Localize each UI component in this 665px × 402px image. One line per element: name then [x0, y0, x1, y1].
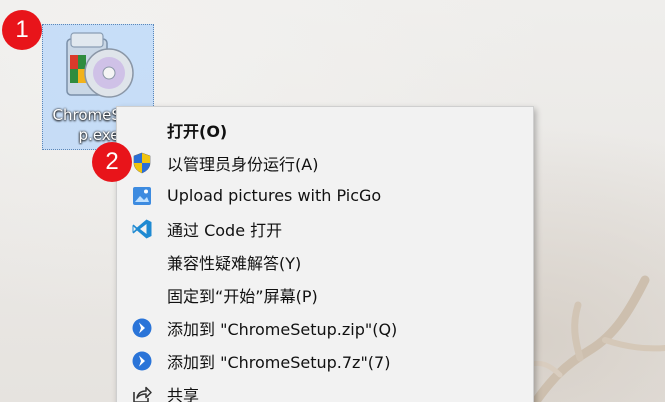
- bandizip-icon: [131, 317, 153, 339]
- menu-item-add-to-zip[interactable]: 添加到 "ChromeSetup.zip"(Q): [117, 311, 533, 344]
- menu-item-open-with-code[interactable]: 通过 Code 打开: [117, 212, 533, 245]
- menu-item-label: 固定到“开始”屏幕(P): [167, 286, 318, 306]
- menu-item-pin-to-start[interactable]: 固定到“开始”屏幕(P): [117, 278, 533, 311]
- menu-item-label: 共享: [167, 385, 200, 402]
- share-icon: [131, 383, 153, 402]
- menu-item-label: 兼容性疑难解答(Y): [167, 253, 302, 273]
- menu-item-label: 添加到 "ChromeSetup.7z"(7): [167, 352, 391, 372]
- uac-shield-icon: [131, 152, 153, 174]
- step-badge-2: 2: [92, 142, 132, 182]
- menu-item-upload-picgo[interactable]: Upload pictures with PicGo: [117, 179, 533, 212]
- vscode-icon: [131, 218, 153, 240]
- menu-item-label: 添加到 "ChromeSetup.zip"(Q): [167, 319, 398, 339]
- menu-item-open[interactable]: 打开(O): [117, 113, 533, 146]
- step-badge-1: 1: [2, 10, 42, 50]
- menu-item-label: 通过 Code 打开: [167, 220, 283, 240]
- menu-item-share[interactable]: 共享: [117, 377, 533, 402]
- picgo-icon: [131, 185, 153, 207]
- desktop: ChromeSetu p.exe 1 2 打开(O) 以管理员身份运行(A) U…: [0, 0, 665, 402]
- menu-item-run-as-admin[interactable]: 以管理员身份运行(A): [117, 146, 533, 179]
- menu-item-label: 以管理员身份运行(A): [167, 154, 319, 174]
- bandizip-icon: [131, 350, 153, 372]
- menu-item-add-to-7z[interactable]: 添加到 "ChromeSetup.7z"(7): [117, 344, 533, 377]
- installer-package-icon: [66, 32, 134, 98]
- context-menu: 打开(O) 以管理员身份运行(A) Upload pictures with P…: [116, 106, 534, 402]
- menu-item-label: Upload pictures with PicGo: [167, 186, 382, 205]
- menu-item-compatibility[interactable]: 兼容性疑难解答(Y): [117, 245, 533, 278]
- menu-item-label: 打开(O): [167, 121, 228, 141]
- wallpaper-branch: [529, 275, 665, 402]
